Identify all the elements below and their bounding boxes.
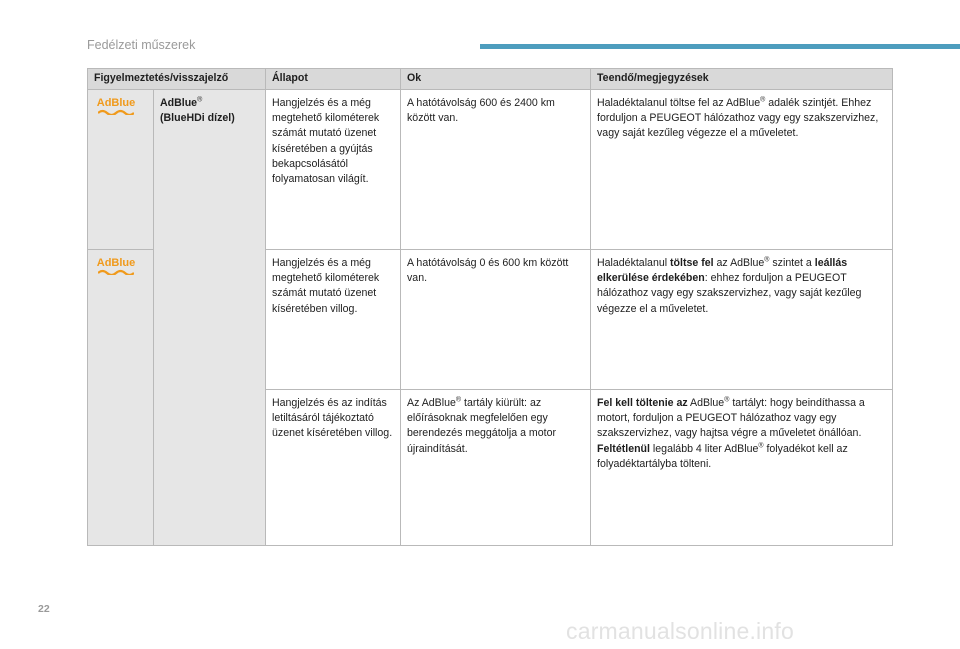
warning-subname: (BlueHDi dízel) [160,112,235,125]
warning-icon-cell: AdBlue [87,89,154,250]
column-header-warning: Figyelmeztetés/visszajelző [87,68,266,90]
action-cell: Haladéktalanul töltse fel az AdBlue® ada… [590,89,893,250]
table-row: AdBlue AdBlue® (BlueHDi dízel) Hangjelzé… [87,89,893,546]
cause-cell: A hatótávolság 0 és 600 km között van. [400,249,591,390]
cause-cell: A hatótávolság 600 és 2400 km között van… [400,89,591,250]
warning-name-cell: AdBlue® (BlueHDi dízel) [153,89,266,546]
column-header-action: Teendő/megjegyzések [590,68,893,90]
action-cell: Haladéktalanul töltse fel az AdBlue® szi… [590,249,893,390]
section-divider [480,44,960,49]
warning-name: AdBlue [160,97,198,109]
action-cell: Fel kell töltenie az AdBlue® tartályt: h… [590,389,893,546]
column-header-state: Állapot [265,68,401,90]
table-header-row: Figyelmeztetés/visszajelző Állapot Ok Te… [87,68,893,90]
adblue-warning-icon: AdBlue [94,97,138,115]
section-title: Fedélzeti műszerek [87,38,196,52]
state-cell: Hangjelzés és a még megtehető kilométere… [265,249,401,390]
adblue-warning-icon: AdBlue [94,257,138,275]
column-header-cause: Ok [400,68,591,90]
warning-icon-cell: AdBlue [87,249,154,546]
state-cell: Hangjelzés és a még megtehető kilométere… [265,89,401,250]
cause-cell: Az AdBlue® tartály kiürült: az előírások… [400,389,591,546]
watermark: carmanualsonline.info [566,618,794,644]
page-number: 22 [38,603,50,615]
warning-table: Figyelmeztetés/visszajelző Állapot Ok Te… [87,68,893,546]
state-cell: Hangjelzés és az indítás letiltásáról tá… [265,389,401,546]
